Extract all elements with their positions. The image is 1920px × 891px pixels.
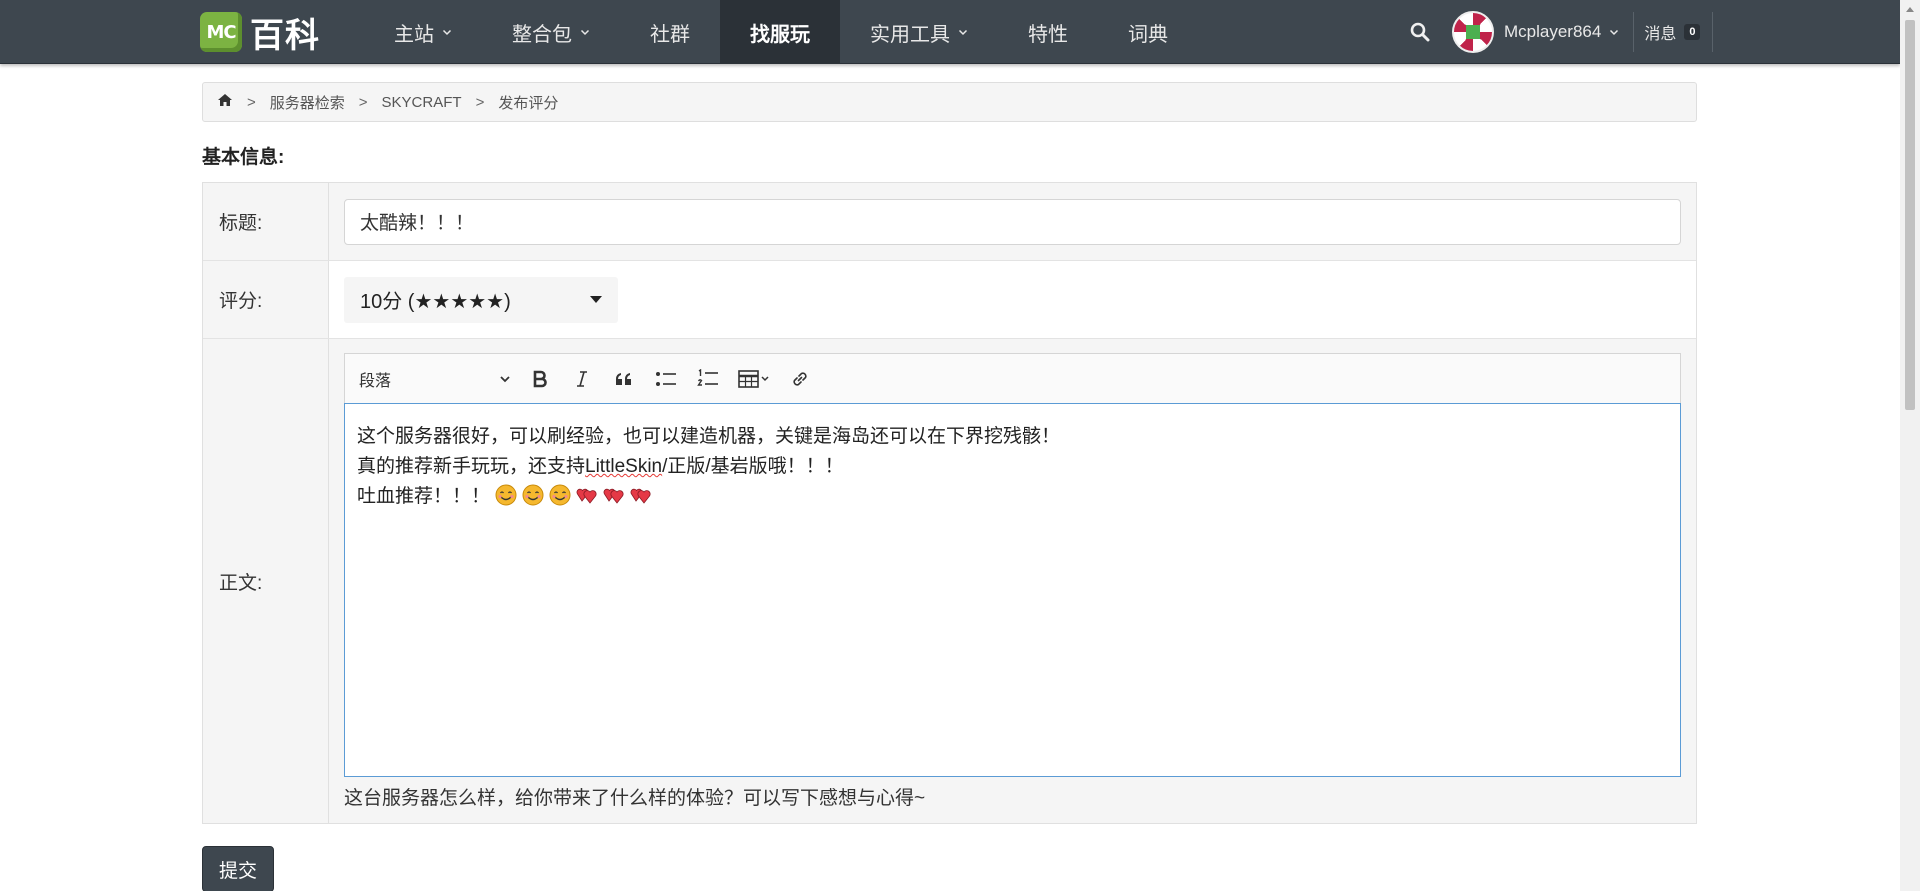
avatar[interactable] [1452,11,1494,53]
site-logo[interactable]: MC 百科 [200,12,320,56]
nav-item-tools[interactable]: 实用工具 [840,0,998,64]
logo-badge: MC [200,12,242,52]
chevron-down-icon [442,27,452,37]
rating-select-value: 10分 (★★★★★) [360,291,511,313]
review-form: 标题: 太酷辣！！！ 评分: 10分 (★★★★★) 正文: 段落 这个服务器很… [202,182,1697,824]
chevron-down-icon [1609,27,1619,37]
nav-divider [1712,12,1714,52]
two-hearts-emoji-icon [630,488,651,504]
title-input[interactable]: 太酷辣！！！ [344,198,1681,245]
chevron-down-icon [500,375,510,382]
nav-item-dictionary[interactable]: 词典 [1098,0,1198,64]
nav-item-label: 实用工具 [870,23,950,46]
form-row-rating: 评分: 10分 (★★★★★) [203,261,1696,339]
user-area: Mcplayer864 消息 0 [1400,0,1714,64]
italic-button[interactable] [561,361,603,397]
submit-button[interactable]: 提交 [202,846,274,891]
breadcrumb-link-server-search[interactable]: 服务器检索 [270,92,345,113]
form-row-title: 标题: 太酷辣！！！ [203,183,1696,261]
scroll-up-arrow-icon[interactable] [1900,0,1920,18]
bulleted-list-icon [656,371,676,386]
rating-label: 评分: [203,261,329,338]
smiling-face-emoji-icon [522,484,544,506]
logo-text: 百科 [250,15,320,56]
smiling-face-emoji-icon [495,484,517,506]
editor-content-area[interactable]: 这个服务器很好，可以刷经验，也可以建造机器，关键是海岛还可以在下界挖残骸！ 真的… [344,403,1681,777]
editor-text: 真的推荐新手玩玩，还支持 [357,456,586,477]
editor-line-2: 真的推荐新手玩玩，还支持LittleSkin/正版/基岩版哦！！！ [357,452,1668,482]
nav-item-label: 特性 [1028,23,1068,46]
bold-icon [533,370,547,387]
body-helper-text: 这台服务器怎么样，给你带来了什么样的体验？可以写下感想与心得~ [344,788,926,809]
nav-item-label: 找服玩 [750,23,810,46]
nav-item-label: 词典 [1128,23,1168,46]
section-title: 基本信息: [202,147,285,168]
dropdown-arrow-icon [590,295,602,303]
table-icon [738,369,769,388]
smiling-face-emoji-icon [549,484,571,506]
paragraph-format-label: 段落 [359,372,392,390]
numbered-list-icon [697,368,718,386]
search-icon [1410,22,1430,42]
title-label: 标题: [203,183,329,260]
insert-link-button[interactable] [779,361,821,397]
nav-item-features[interactable]: 特性 [998,0,1098,64]
breadcrumb: > 服务器检索 > SKYCRAFT > 发布评分 [202,82,1697,122]
editor-text: /正版/基岩版哦！！！ [662,456,844,477]
two-hearts-emoji-icon [576,488,597,504]
form-row-body: 正文: 段落 这个服务器很好，可以刷经验，也可以建造机器，关键是海岛还可以在下界… [203,339,1696,823]
nav-item-find-servers[interactable]: 找服玩 [720,0,840,64]
nav-item-community[interactable]: 社群 [620,0,720,64]
bulleted-list-button[interactable] [645,361,687,397]
page-scrollbar[interactable] [1900,0,1920,891]
misspelled-word: LittleSkin [585,456,663,477]
breadcrumb-separator: > [247,93,256,111]
messages-label: 消息 [1644,26,1677,43]
blockquote-button[interactable] [603,361,645,397]
user-menu[interactable]: Mcplayer864 [1504,22,1619,42]
nav-item-label: 整合包 [512,23,572,46]
nav-divider [1633,12,1635,52]
breadcrumb-current: 发布评分 [498,94,559,112]
top-navbar: MC 百科 主站 整合包 社群 找服玩 实用工具 特性 词典 Mcplayer8… [0,0,1900,64]
numbered-list-button[interactable] [687,361,729,397]
messages-link[interactable]: 消息 0 [1644,20,1701,44]
chevron-down-icon [958,27,968,37]
home-icon[interactable] [217,93,233,111]
breadcrumb-separator: > [475,93,485,111]
username-label: Mcplayer864 [1504,22,1602,41]
rich-text-editor: 段落 这个服务器很好，可以刷经验，也可以建造机器，关键是海岛还可以在下界挖残骸！… [344,353,1681,777]
insert-table-button[interactable] [729,361,779,397]
breadcrumb-link-server[interactable]: SKYCRAFT [382,94,462,111]
search-button[interactable] [1400,0,1440,64]
messages-count-badge: 0 [1684,24,1701,40]
nav-item-modpacks[interactable]: 整合包 [482,0,620,64]
nav-item-label: 主站 [394,23,434,46]
rating-select[interactable]: 10分 (★★★★★) [344,276,618,323]
editor-line-3: 吐血推荐！！！ [357,482,1668,512]
editor-toolbar: 段落 [344,353,1681,403]
scrollbar-thumb[interactable] [1905,20,1915,410]
nav-item-label: 社群 [650,23,690,46]
link-icon [793,371,807,386]
main-nav: 主站 整合包 社群 找服玩 实用工具 特性 词典 [364,0,1198,64]
bold-button[interactable] [519,361,561,397]
nav-item-main-site[interactable]: 主站 [364,0,482,64]
editor-line-1: 这个服务器很好，可以刷经验，也可以建造机器，关键是海岛还可以在下界挖残骸！ [357,426,1061,447]
chevron-down-icon [580,27,590,37]
quote-icon [616,372,631,385]
editor-text: 吐血推荐！！！ [357,486,491,507]
italic-icon [577,370,587,387]
paragraph-format-dropdown[interactable]: 段落 [359,367,519,391]
two-hearts-emoji-icon [603,488,624,504]
body-label: 正文: [203,339,329,823]
breadcrumb-separator: > [358,93,368,111]
